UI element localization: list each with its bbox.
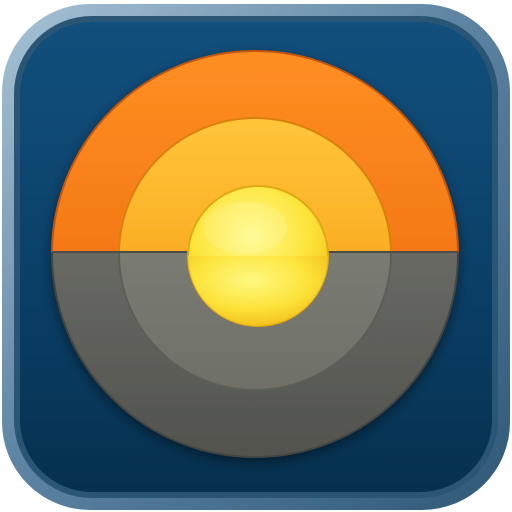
sunrise-app-icon xyxy=(2,4,510,510)
sunrise-disc xyxy=(51,50,459,458)
sun xyxy=(187,185,329,327)
app-icon xyxy=(0,0,512,512)
sun-highlight xyxy=(203,202,287,254)
